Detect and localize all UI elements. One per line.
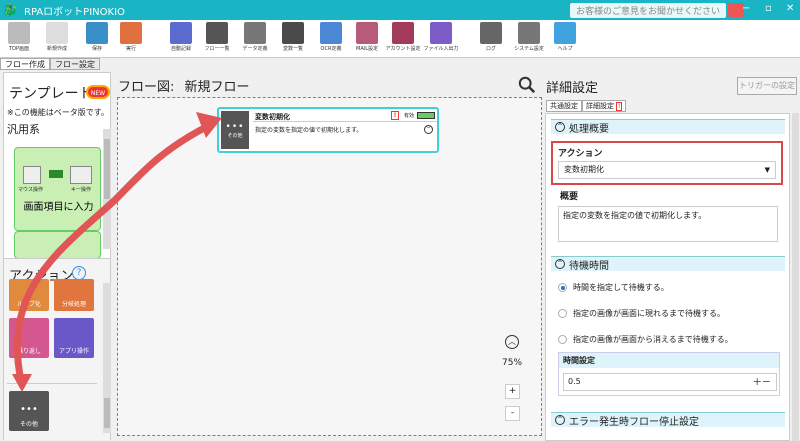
- plus-minus-icon[interactable]: +−: [753, 374, 771, 390]
- detail-body: ^ 処理概要 アクション 変数初期化 ▼ 概要 指定の変数を指定の値で初期化しま…: [545, 113, 790, 441]
- tab-detail-settings[interactable]: 詳細設定 !: [582, 100, 627, 112]
- summary-label: 概要: [560, 192, 579, 202]
- tab-detail-label: 詳細設定: [586, 101, 614, 110]
- radio-dot: [558, 335, 567, 344]
- action-select-value: 変数初期化: [564, 165, 604, 174]
- section-label: 待機時間: [569, 260, 609, 272]
- radio-dot: [558, 283, 567, 292]
- radio-label: 指定の画像が画面から消えるまで待機する。: [573, 335, 733, 344]
- zoom-level: 75%: [502, 358, 523, 368]
- action-label: アクション: [558, 149, 603, 159]
- collapse-icon: ^: [555, 122, 565, 132]
- time-setting-label: 時間設定: [559, 353, 779, 368]
- action-highlight: アクション 変数初期化 ▼: [551, 141, 783, 185]
- section-label: エラー発生時フロー停止設定: [569, 416, 699, 428]
- time-setting-input[interactable]: 0.5 +−: [563, 373, 777, 391]
- section-wait-time[interactable]: ^ 待機時間: [551, 256, 785, 272]
- section-label: 処理概要: [569, 123, 609, 135]
- zoom-collapse-icon[interactable]: ︿: [505, 335, 519, 349]
- radio-wait-disappear[interactable]: 指定の画像が画面から消えるまで待機する。: [558, 334, 733, 345]
- time-value: 0.5: [568, 377, 581, 386]
- tab-warning-icon: !: [616, 101, 623, 111]
- section-process-summary[interactable]: ^ 処理概要: [551, 119, 785, 135]
- collapse-icon: ^: [555, 415, 565, 425]
- detail-title: 詳細設定: [546, 81, 599, 96]
- time-setting-group: 時間設定 0.5 +−: [558, 352, 780, 396]
- section-error-stop[interactable]: ^ エラー発生時フロー停止設定: [551, 412, 785, 428]
- action-select[interactable]: 変数初期化 ▼: [558, 161, 776, 179]
- dropdown-arrow-icon: ▼: [764, 166, 770, 174]
- detail-tabs: 共通設定 詳細設定 !: [546, 100, 627, 112]
- detail-panel: 詳細設定 トリガーの設定 共通設定 詳細設定 ! ^ 処理概要 アクション 変数…: [545, 72, 799, 441]
- radio-wait-time[interactable]: 時間を指定して待機する。: [558, 282, 669, 293]
- radio-wait-appear[interactable]: 指定の画像が画面に現れるまで待機する。: [558, 308, 725, 319]
- radio-label: 時間を指定して待機する。: [573, 283, 669, 292]
- radio-dot: [558, 309, 567, 318]
- trigger-settings-button[interactable]: トリガーの設定: [737, 77, 797, 95]
- summary-textarea[interactable]: 指定の変数を指定の値で初期化します。: [558, 206, 778, 242]
- detail-scrollbar[interactable]: [792, 113, 799, 441]
- tab-common-settings[interactable]: 共通設定: [546, 100, 582, 112]
- radio-label: 指定の画像が画面に現れるまで待機する。: [573, 309, 725, 318]
- zoom-in-button[interactable]: +: [505, 384, 520, 399]
- collapse-icon: ^: [555, 259, 565, 269]
- zoom-out-button[interactable]: -: [505, 406, 520, 421]
